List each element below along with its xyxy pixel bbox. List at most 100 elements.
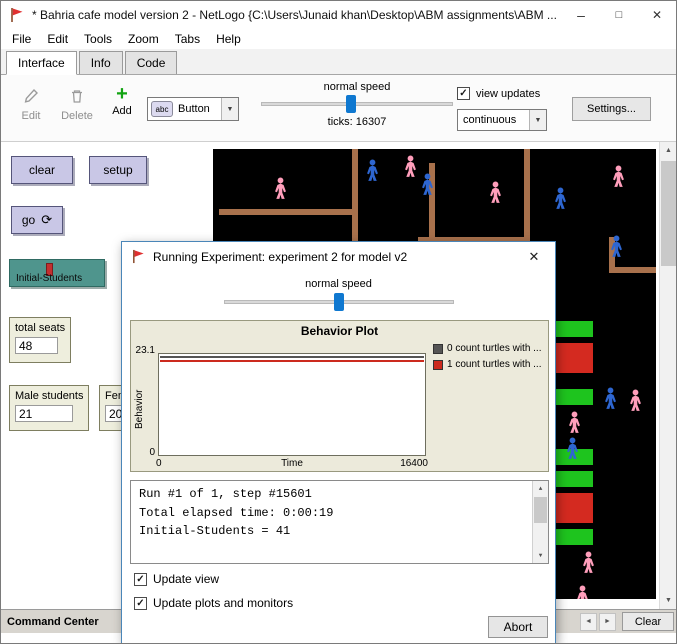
menu-zoom[interactable]: Zoom [120,30,167,48]
command-center-title: Command Center [7,616,99,628]
plus-icon: + [104,86,140,102]
scrollbar-thumb[interactable] [534,497,547,523]
x-axis-max: 16400 [386,458,428,469]
setup-button[interactable]: setup [89,156,147,184]
update-plots-label: Update plots and monitors [153,596,293,610]
person-turtle-pink [567,411,582,434]
menu-bar: File Edit Tools Zoom Tabs Help [1,29,676,49]
widget-type-dropdown[interactable]: abc Button ▼ [147,97,239,121]
menu-tabs[interactable]: Tabs [167,30,208,48]
legend-swatch [433,360,443,370]
person-turtle-blue [603,387,618,410]
plot-line [160,356,424,358]
view-updates-label: view updates [476,88,540,100]
delete-label: Delete [55,110,99,122]
y-axis-max: 23.1 [131,345,155,356]
button-widget-icon: abc [151,101,173,117]
total-seats-monitor: total seats 48 [9,317,71,363]
command-center-clear-button[interactable]: Clear [622,612,674,631]
scroll-up-icon[interactable]: ▲ [533,481,548,496]
interface-toolbar: Edit Delete + Add abc Button ▼ normal sp… [1,75,676,142]
maximize-icon[interactable]: □ [600,1,638,29]
update-plots-checkbox[interactable]: ✓ Update plots and monitors [134,596,293,610]
view-updates-checkbox[interactable]: ✓ view updates [457,87,540,100]
tab-interface[interactable]: Interface [6,51,77,75]
update-view-label: Update view [153,572,219,586]
edit-widget-button[interactable]: Edit [11,88,51,122]
scroll-left-icon[interactable]: ◄ [580,613,597,631]
window-title: * Bahria cafe model version 2 - NetLogo … [32,8,562,22]
dialog-speed-label: normal speed [122,278,555,290]
output-line: Total elapsed time: 0:00:19 [139,504,526,523]
wall [352,149,358,243]
update-mode-dropdown[interactable]: continuous ▼ [457,109,547,131]
menu-file[interactable]: File [4,30,39,48]
scroll-right-icon[interactable]: ► [599,613,616,631]
plot-legend: 0 count turtles with ... 1 count turtles… [433,343,547,370]
wall [219,209,358,215]
experiment-output: Run #1 of 1, step #15601 Total elapsed t… [130,480,549,564]
checkbox-check-icon: ✓ [457,87,470,100]
widget-type-value: Button [173,103,221,115]
setup-button-label: setup [103,163,132,177]
go-button-label: go [22,213,35,227]
minimize-icon[interactable]: – [562,1,600,29]
menu-help[interactable]: Help [208,30,249,48]
speed-slider-thumb[interactable] [346,95,356,113]
output-scrollbar[interactable]: ▲ ▼ [532,481,548,563]
person-turtle-pink [581,551,596,574]
edit-label: Edit [11,110,51,122]
forever-icon: ⟳ [41,212,52,228]
wall [524,149,530,239]
running-experiment-dialog: Running Experiment: experiment 2 for mod… [121,241,556,644]
menu-tools[interactable]: Tools [76,30,120,48]
dialog-title: Running Experiment: experiment 2 for mod… [153,250,513,264]
legend-entry: 0 count turtles with ... [433,343,547,354]
dialog-close-icon[interactable]: ✕ [513,242,555,271]
initial-students-slider[interactable]: Initial-Students [9,259,105,287]
delete-widget-button[interactable]: Delete [55,88,99,122]
checkbox-check-icon: ✓ [134,597,147,610]
male-students-monitor: Male students 21 [9,385,89,431]
speed-control: normal speed ticks: 16307 [251,81,463,128]
person-turtle-pink [628,389,643,412]
chevron-down-icon: ▼ [529,110,546,130]
y-axis-label: Behavior [134,390,145,429]
dialog-speed-slider-thumb[interactable] [334,293,344,311]
chevron-down-icon: ▼ [221,98,238,120]
legend-label: 1 count turtles with ... [447,359,542,370]
tab-info[interactable]: Info [79,51,123,74]
plot-title: Behavior Plot [131,324,548,338]
scroll-up-icon[interactable]: ▲ [660,142,677,159]
netlogo-window: * Bahria cafe model version 2 - NetLogo … [0,0,677,644]
dialog-title-bar: Running Experiment: experiment 2 for mod… [122,242,555,271]
plot-area [158,353,426,456]
legend-label: 0 count turtles with ... [447,343,542,354]
person-turtle-pink [488,181,503,204]
scroll-down-icon[interactable]: ▼ [533,548,548,563]
speed-label: normal speed [251,81,463,93]
person-turtle-pink [611,165,626,188]
menu-edit[interactable]: Edit [39,30,76,48]
tab-code[interactable]: Code [125,51,178,74]
dialog-speed-slider[interactable] [224,300,454,304]
legend-entry: 1 count turtles with ... [433,359,547,370]
netlogo-flag-icon [9,7,25,23]
abort-button[interactable]: Abort [488,616,548,638]
speed-slider[interactable] [261,102,453,106]
vertical-scrollbar[interactable]: ▲ ▼ [659,142,676,609]
update-view-checkbox[interactable]: ✓ Update view [134,572,219,586]
add-label: Add [104,105,140,117]
clear-button[interactable]: clear [11,156,73,184]
go-button[interactable]: go ⟳ [11,206,63,234]
plot-line [160,360,424,362]
close-icon[interactable]: ✕ [638,1,676,29]
output-line: Initial-Students = 41 [139,522,526,541]
scrollbar-thumb[interactable] [661,161,676,266]
legend-swatch [433,344,443,354]
scroll-down-icon[interactable]: ▼ [660,592,677,609]
settings-button[interactable]: Settings... [572,97,651,121]
add-widget-button[interactable]: + Add [104,86,140,117]
monitor-value: 48 [15,337,58,354]
person-turtle-pink [575,585,590,599]
